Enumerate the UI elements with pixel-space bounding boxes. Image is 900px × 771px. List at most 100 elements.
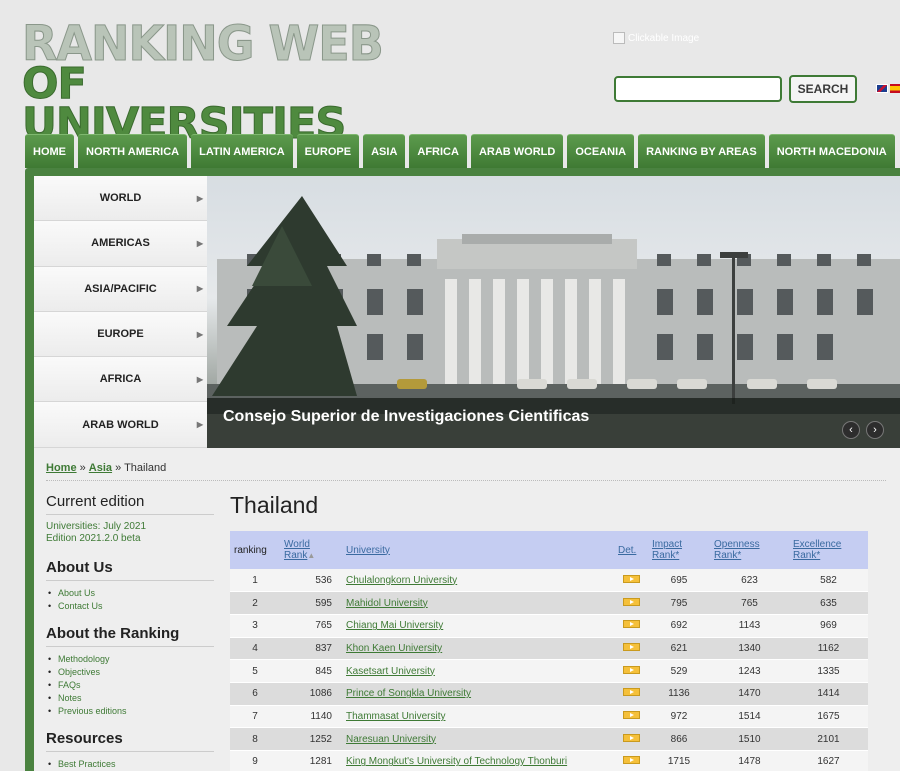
breadcrumb: Home » Asia » Thailand xyxy=(46,462,166,474)
details-icon[interactable] xyxy=(622,620,640,629)
university-link[interactable]: Mahidol University xyxy=(346,598,428,609)
university-link[interactable]: Kasetsart University xyxy=(346,666,435,677)
cell-ranking: 9 xyxy=(230,750,280,771)
details-icon[interactable] xyxy=(622,642,640,651)
link-faqs[interactable]: FAQs xyxy=(46,679,214,692)
link-notes[interactable]: Notes xyxy=(46,692,214,705)
cell-world-rank: 536 xyxy=(280,569,342,593)
link-about-us[interactable]: About Us xyxy=(46,587,214,600)
region-menu-arab-world[interactable]: ARAB WORLD ▶ xyxy=(34,402,207,448)
university-link[interactable]: Thammasat University xyxy=(346,711,445,722)
det-sort-link[interactable]: Det. xyxy=(618,545,636,556)
col-excellence[interactable]: Excellence Rank* xyxy=(789,531,868,569)
nav-tab-home[interactable]: HOME xyxy=(25,134,74,168)
cell-impact: 795 xyxy=(648,591,710,615)
link-methodology[interactable]: Methodology xyxy=(46,653,214,666)
link-objectives[interactable]: Objectives xyxy=(46,666,214,679)
region-menu: WORLD ▶ AMERICAS ▶ ASIA/PACIFIC ▶ EUROPE ▶ A… xyxy=(34,176,207,448)
clickable-image[interactable]: Clickable Image xyxy=(613,32,699,44)
university-sort-link[interactable]: University xyxy=(346,545,390,556)
region-menu-americas[interactable]: AMERICAS ▶ xyxy=(34,221,207,267)
site-logo[interactable]: RANKING WEB OF UNIVERSITIES xyxy=(22,14,392,146)
cell-openness: 1470 xyxy=(710,682,789,706)
spain-flag-icon[interactable] xyxy=(890,84,900,93)
cell-ranking: 5 xyxy=(230,659,280,683)
world-rank-sort-link-2[interactable]: Rank xyxy=(284,550,307,561)
impact-sort-link-2[interactable]: Rank* xyxy=(652,550,679,561)
banner-slideshow[interactable]: Consejo Superior de Investigaciones Cien… xyxy=(207,176,900,448)
col-impact[interactable]: Impact Rank* xyxy=(648,531,710,569)
cell-world-rank: 765 xyxy=(280,614,342,638)
table-row: 7 1140 Thammasat University 972 1514 167… xyxy=(230,705,868,729)
region-menu-africa[interactable]: AFRICA ▶ xyxy=(34,357,207,403)
nav-tab-ranking-by-areas[interactable]: RANKING BY AREAS xyxy=(638,134,765,168)
link-contact-us[interactable]: Contact Us xyxy=(46,600,214,613)
cell-impact: 1715 xyxy=(648,750,710,771)
nav-tab-africa[interactable]: AFRICA xyxy=(409,134,467,168)
cell-excellence: 1675 xyxy=(789,705,868,729)
excellence-sort-link-1[interactable]: Excellence xyxy=(793,539,841,550)
nav-tab-asia[interactable]: ASIA xyxy=(363,134,406,168)
table-row: 8 1252 Naresuan University 866 1510 2101 xyxy=(230,727,868,751)
cell-world-rank: 1252 xyxy=(280,727,342,751)
impact-sort-link-1[interactable]: Impact xyxy=(652,539,682,550)
link-best-practices[interactable]: Best Practices xyxy=(46,758,214,771)
details-icon[interactable] xyxy=(622,597,640,606)
university-link[interactable]: King Mongkut's University of Technology … xyxy=(346,756,567,767)
edition-line-1: Universities: July 2021 xyxy=(46,521,147,532)
nav-tab-arab-world[interactable]: ARAB WORLD xyxy=(470,134,564,168)
region-menu-label: EUROPE xyxy=(97,328,144,341)
university-link[interactable]: Chulalongkorn University xyxy=(346,575,457,586)
cell-ranking: 3 xyxy=(230,614,280,638)
openness-sort-link-1[interactable]: Openness xyxy=(714,539,760,550)
cell-det xyxy=(614,727,648,751)
banner-prev-button[interactable]: ‹ xyxy=(842,421,860,439)
col-det[interactable]: Det. xyxy=(614,531,648,569)
region-menu-europe[interactable]: EUROPE ▶ xyxy=(34,311,207,358)
details-icon[interactable] xyxy=(622,756,640,765)
nav-tab-europe[interactable]: EUROPE xyxy=(296,134,360,168)
world-rank-sort-link-1[interactable]: World xyxy=(284,539,310,550)
chevron-right-icon: ▶ xyxy=(196,374,203,384)
cell-impact: 866 xyxy=(648,727,710,751)
search-input[interactable] xyxy=(614,76,782,102)
openness-sort-link-2[interactable]: Rank* xyxy=(714,550,741,561)
nav-tab-latin-america[interactable]: LATIN AMERICA xyxy=(191,134,293,168)
cell-world-rank: 595 xyxy=(280,591,342,615)
banner-next-button[interactable]: › xyxy=(866,421,884,439)
university-link[interactable]: Khon Kaen University xyxy=(346,643,442,654)
cell-excellence: 582 xyxy=(789,569,868,593)
region-menu-asia-pacific[interactable]: ASIA/PACIFIC ▶ xyxy=(34,266,207,312)
details-icon[interactable] xyxy=(622,574,640,583)
uk-flag-icon[interactable] xyxy=(876,84,888,93)
nav-tab-north-macedonia[interactable]: NORTH MACEDONIA xyxy=(768,134,895,168)
university-link[interactable]: Chiang Mai University xyxy=(346,620,443,631)
breadcrumb-asia[interactable]: Asia xyxy=(89,462,112,474)
col-university[interactable]: University xyxy=(342,531,614,569)
link-previous-editions[interactable]: Previous editions xyxy=(46,705,214,718)
university-link[interactable]: Prince of Songkla University xyxy=(346,688,471,699)
details-icon[interactable] xyxy=(622,733,640,742)
col-openness[interactable]: Openness Rank* xyxy=(710,531,789,569)
details-icon[interactable] xyxy=(622,710,640,719)
region-menu-world[interactable]: WORLD ▶ xyxy=(34,176,207,222)
col-world-rank[interactable]: World Rank▲ xyxy=(280,531,342,569)
search-button[interactable]: SEARCH xyxy=(789,75,857,103)
excellence-sort-link-2[interactable]: Rank* xyxy=(793,550,820,561)
cell-openness: 1243 xyxy=(710,659,789,683)
cell-excellence: 1335 xyxy=(789,659,868,683)
cell-world-rank: 1140 xyxy=(280,705,342,729)
breadcrumb-separator: » xyxy=(76,462,89,474)
nav-tab-north-america[interactable]: NORTH AMERICA xyxy=(78,134,188,168)
logo-line-1: RANKING WEB xyxy=(22,14,385,72)
details-icon[interactable] xyxy=(622,665,640,674)
cell-openness: 1514 xyxy=(710,705,789,729)
table-row: 5 845 Kasetsart University 529 1243 1335 xyxy=(230,659,868,683)
nav-tab-oceania[interactable]: OCEANIA xyxy=(567,134,635,168)
cell-impact: 1136 xyxy=(648,682,710,706)
cell-det xyxy=(614,705,648,729)
details-icon[interactable] xyxy=(622,688,640,697)
cell-openness: 1510 xyxy=(710,727,789,751)
breadcrumb-home[interactable]: Home xyxy=(46,462,77,474)
university-link[interactable]: Naresuan University xyxy=(346,734,436,745)
